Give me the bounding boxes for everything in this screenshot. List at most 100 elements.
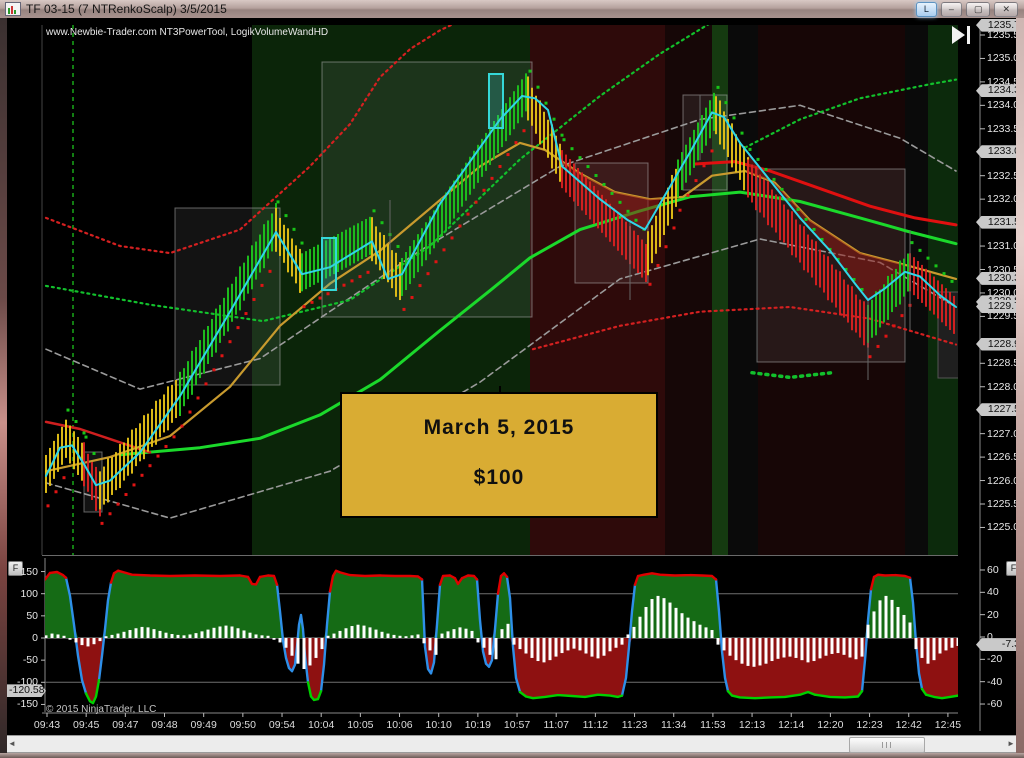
momentum-bar — [357, 625, 360, 638]
renko-bar — [405, 252, 407, 290]
renko-bar — [641, 240, 643, 278]
annotation-box[interactable]: March 5, 2015 $100 — [340, 392, 658, 518]
trail-stop-dot-green — [571, 147, 574, 150]
trail-stop-dot-red — [101, 522, 104, 525]
trail-stop-dot-red — [181, 425, 184, 428]
renko-bar — [581, 172, 583, 210]
momentum-bar — [789, 638, 792, 657]
trail-stop-dot-green — [919, 249, 922, 252]
momentum-bar — [807, 638, 810, 662]
momentum-bar — [951, 638, 954, 648]
trail-stop-dot-green — [725, 101, 728, 104]
maximize-button[interactable]: ▢ — [966, 2, 991, 17]
momentum-bar — [507, 624, 510, 638]
trail-stop-dot-red — [63, 476, 66, 479]
momentum-bar — [657, 596, 660, 638]
trail-stop-dot-red — [55, 490, 58, 493]
renko-bar — [127, 438, 129, 476]
trail-stop-dot-red — [451, 236, 454, 239]
momentum-bar — [153, 629, 156, 638]
trail-stop-dot-red — [869, 355, 872, 358]
trail-stop-dot-red — [125, 493, 128, 496]
trail-stop-dot-red — [351, 279, 354, 282]
renko-bar — [705, 108, 707, 146]
renko-bar — [839, 271, 841, 315]
minimize-button[interactable]: – — [941, 2, 962, 17]
horizontal-scrollbar[interactable]: ◄ ► — [2, 735, 1021, 753]
play-forward-icon[interactable] — [952, 26, 976, 44]
trail-stop-dot-green — [595, 174, 598, 177]
price-tick-label: 1226.5 — [987, 451, 1019, 463]
renko-bar — [685, 145, 687, 183]
renko-bar — [759, 174, 761, 212]
trail-stop-dot-green — [805, 218, 808, 221]
renko-bar — [569, 159, 571, 197]
title-bar[interactable]: TF 03-15 (7 NTRenkoScalp) 3/5/2015 L – ▢… — [0, 0, 1024, 18]
momentum-bar — [831, 638, 834, 654]
renko-bar — [847, 285, 849, 323]
renko-bar — [903, 259, 905, 297]
trail-stop-dot-green — [911, 241, 914, 244]
renko-bar — [917, 261, 919, 299]
price-tick-label: 1231.0 — [987, 240, 1019, 252]
renko-bar — [163, 394, 165, 432]
trail-stop-dot-red — [229, 340, 232, 343]
renko-bar — [871, 300, 873, 338]
momentum-bar — [747, 638, 750, 666]
close-button[interactable]: ✕ — [994, 2, 1018, 17]
momentum-bar — [669, 603, 672, 638]
trail-stop-dot-red — [893, 324, 896, 327]
renko-bar — [585, 177, 587, 215]
trail-stop-dot-green — [285, 214, 288, 217]
trail-stop-dot-green — [943, 272, 946, 275]
price-tick-label: 1227.0 — [987, 428, 1019, 440]
renko-bar — [827, 256, 829, 300]
entry-signal-box[interactable] — [489, 74, 503, 128]
trail-stop-dot-green — [293, 228, 296, 231]
time-tick-label: 09:47 — [110, 719, 140, 731]
momentum-bar — [195, 633, 198, 638]
momentum-bar — [771, 638, 774, 661]
indicator-right-tick-label: 20 — [987, 609, 999, 621]
renko-bar — [317, 245, 319, 283]
renko-bar — [239, 266, 241, 310]
momentum-bar — [57, 634, 60, 638]
momentum-bar — [957, 638, 960, 646]
trail-stop-dot-red — [173, 435, 176, 438]
renko-bar — [95, 467, 97, 511]
trail-stop-dot-green — [603, 183, 606, 186]
renko-bar — [815, 241, 817, 285]
renko-bar — [621, 217, 623, 255]
renko-bar — [573, 164, 575, 202]
indicator-panel[interactable] — [45, 571, 960, 703]
trail-stop-dot-green — [545, 102, 548, 105]
renko-bar — [413, 240, 415, 278]
momentum-bar — [945, 638, 948, 650]
scrollbar-thumb[interactable] — [849, 737, 925, 753]
renko-bar — [663, 197, 665, 235]
time-tick-label: 12:13 — [737, 719, 767, 731]
momentum-bar — [723, 638, 726, 650]
renko-bar — [349, 228, 351, 266]
momentum-bar — [417, 634, 420, 638]
momentum-bar — [477, 638, 480, 642]
renko-bar — [681, 152, 683, 190]
momentum-bar — [99, 638, 102, 641]
momentum-bar — [393, 635, 396, 638]
trail-stop-dot-green — [579, 156, 582, 159]
time-tick-label: 09:43 — [32, 719, 62, 731]
ninjatrader-chart-window: TF 03-15 (7 NTRenkoScalp) 3/5/2015 L – ▢… — [0, 0, 1024, 758]
time-tick-label: 10:04 — [306, 719, 336, 731]
renko-bar — [115, 452, 117, 490]
entry-signal-box[interactable] — [322, 238, 336, 290]
trail-stop-dot-red — [319, 297, 322, 300]
trail-stop-dot-red — [491, 177, 494, 180]
trail-stop-dot-red — [411, 296, 414, 299]
renko-bar — [637, 235, 639, 273]
renko-bar — [677, 159, 679, 197]
link-button[interactable]: L — [916, 2, 937, 17]
renko-bar — [61, 427, 63, 465]
renko-bar — [779, 196, 781, 240]
renko-bar — [609, 204, 611, 242]
renko-bar — [369, 217, 371, 255]
